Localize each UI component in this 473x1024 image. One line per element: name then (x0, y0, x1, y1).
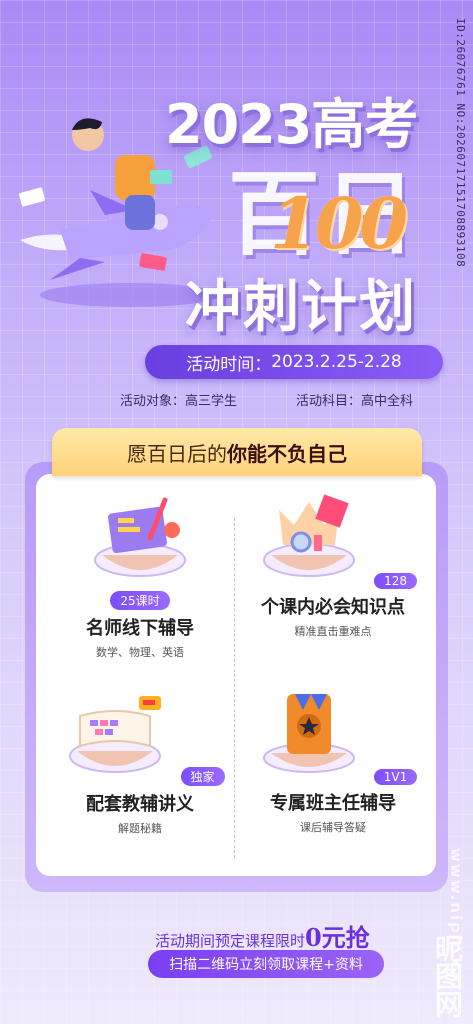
promo-label: 活动期间预定课程限时 (155, 932, 306, 950)
event-target: 活动对象：高三学生 (120, 390, 237, 409)
feature-item: 25课时 名师线下辅导 数学、物理、英语 (50, 490, 230, 660)
feature-item: 128 个课内必会知识点 精准直击重难点 (243, 490, 423, 639)
feature-subtitle: 课后辅导答疑 (300, 821, 366, 834)
crown-blocks-icon (263, 494, 355, 577)
feature-divider (234, 518, 235, 858)
feature-item: 独家 配套教辅讲义 解题秘籍 (50, 686, 230, 836)
feature-subtitle: 解题秘籍 (118, 822, 162, 835)
open-book-icon (69, 696, 162, 773)
hero-title-plan: 冲刺计划 (185, 275, 417, 340)
promo-text: 活动期间预定课程限时0元抢 (155, 918, 370, 953)
event-subject-label: 活动科目： (296, 394, 362, 409)
star-badge-icon (262, 694, 355, 773)
feature-card-header: 愿百日后的 你能不负自己 (52, 428, 422, 476)
feature-subtitle: 数学、物理、英语 (96, 646, 184, 659)
cta-button[interactable]: 扫描二维码立刻领取课程+资料 (148, 950, 384, 978)
feature-item: 1V1 专属班主任辅导 课后辅导答疑 (243, 686, 423, 835)
feature-badge: 1V1 (373, 769, 418, 785)
event-target-label: 活动对象： (120, 394, 186, 409)
event-time-value: 2023.2.25-2.28 (271, 352, 402, 372)
feature-badge: 25课时 (110, 591, 170, 610)
feature-title: 个课内必会知识点 (261, 597, 405, 618)
feature-badge: 独家 (180, 767, 225, 786)
feature-title: 专属班主任辅导 (270, 793, 396, 814)
promo-highlight: 0元抢 (305, 923, 370, 952)
book-pencil-icon (94, 497, 186, 577)
feature-title: 名师线下辅导 (86, 618, 194, 639)
image-id-text: ID:26076761 NO:20260717151708893108 (454, 18, 467, 268)
event-time-label: 活动时间： (186, 354, 272, 375)
feature-subtitle: 精准直击重难点 (294, 625, 372, 638)
event-time-pill: 活动时间： 2023.2.25-2.28 (145, 345, 443, 379)
card-header-prefix: 愿百日后的 (127, 441, 227, 466)
feature-badge: 128 (374, 573, 417, 589)
card-header-emphasis: 你能不负自己 (227, 441, 347, 466)
hero-title-number: 100 (270, 182, 408, 265)
event-subject-value: 高中全科 (361, 394, 414, 409)
event-target-value: 高三学生 (185, 394, 238, 409)
feature-title: 配套教辅讲义 (86, 794, 194, 815)
event-subject: 活动科目：高中全科 (296, 390, 413, 409)
site-logo: 昵图网 (431, 934, 464, 1018)
